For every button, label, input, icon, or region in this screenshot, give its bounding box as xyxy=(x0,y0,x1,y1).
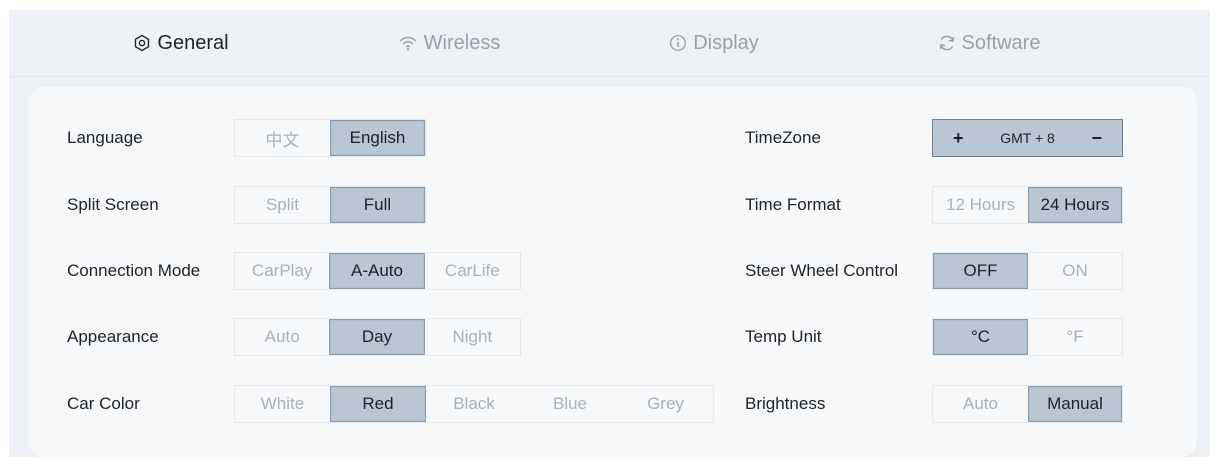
split-screen-option-split[interactable]: Split xyxy=(235,187,330,223)
appearance-option-day[interactable]: Day xyxy=(329,319,425,355)
appearance-selector: Auto Day Night xyxy=(234,318,521,356)
tab-display[interactable]: Display xyxy=(564,10,864,76)
settings-icon xyxy=(133,34,151,52)
car-color-selector: White Red Black Blue Grey xyxy=(234,385,714,423)
car-color-option-blue[interactable]: Blue xyxy=(522,386,618,422)
brightness-selector: Auto Manual xyxy=(932,385,1123,423)
tab-software[interactable]: Software xyxy=(839,10,1139,76)
appearance-option-night[interactable]: Night xyxy=(425,319,520,355)
temp-unit-selector: °C °F xyxy=(932,318,1123,356)
connection-mode-label: Connection Mode xyxy=(67,261,201,280)
tab-general-label: General xyxy=(157,31,229,54)
timezone-plus-button[interactable]: + xyxy=(953,128,964,149)
language-label: Language xyxy=(67,128,143,147)
steer-wheel-control-label: Steer Wheel Control xyxy=(745,261,899,280)
temp-unit-option-celsius[interactable]: °C xyxy=(933,319,1028,355)
time-format-selector: 12 Hours 24 Hours xyxy=(932,186,1123,224)
split-screen-option-full[interactable]: Full xyxy=(329,187,425,223)
car-color-option-white[interactable]: White xyxy=(235,386,330,422)
car-color-option-grey[interactable]: Grey xyxy=(618,386,713,422)
steer-wheel-control-selector: OFF ON xyxy=(932,252,1123,290)
car-color-option-black[interactable]: Black xyxy=(426,386,522,422)
language-option-english[interactable]: English xyxy=(329,120,425,156)
tab-wireless-label: Wireless xyxy=(423,31,501,54)
connection-option-carplay[interactable]: CarPlay xyxy=(235,253,329,289)
tab-software-label: Software xyxy=(961,31,1041,54)
brightness-option-manual[interactable]: Manual xyxy=(1028,386,1122,422)
timezone-stepper: + GMT + 8 − xyxy=(932,119,1123,157)
temp-unit-option-fahrenheit[interactable]: °F xyxy=(1028,319,1122,355)
tab-bar: General Wireless Display Software xyxy=(9,10,1210,77)
general-settings-panel: Language 中文 English Split Screen Split F… xyxy=(29,87,1197,457)
appearance-option-auto[interactable]: Auto xyxy=(235,319,329,355)
split-screen-label: Split Screen xyxy=(67,195,159,214)
appearance-label: Appearance xyxy=(67,327,159,346)
tab-wireless[interactable]: Wireless xyxy=(299,10,599,76)
refresh-icon xyxy=(938,34,956,52)
connection-option-carlife[interactable]: CarLife xyxy=(425,253,520,289)
car-color-option-red[interactable]: Red xyxy=(330,386,426,422)
settings-window: General Wireless Display Software Langua… xyxy=(9,10,1210,457)
car-color-label: Car Color xyxy=(67,394,140,413)
time-format-label: Time Format xyxy=(745,195,841,214)
time-format-option-12h[interactable]: 12 Hours xyxy=(933,187,1028,223)
tab-general[interactable]: General xyxy=(31,10,331,76)
timezone-label: TimeZone xyxy=(745,128,821,147)
timezone-minus-button[interactable]: − xyxy=(1091,128,1102,149)
language-option-chinese[interactable]: 中文 xyxy=(235,120,330,156)
time-format-option-24h[interactable]: 24 Hours xyxy=(1028,187,1122,223)
wifi-icon xyxy=(398,35,418,51)
brightness-option-auto[interactable]: Auto xyxy=(933,386,1028,422)
connection-option-a-auto[interactable]: A-Auto xyxy=(329,253,425,289)
steer-wheel-option-on[interactable]: ON xyxy=(1028,253,1122,289)
info-icon xyxy=(669,34,687,52)
language-selector: 中文 English xyxy=(234,119,426,157)
timezone-value: GMT + 8 xyxy=(1000,130,1055,146)
temp-unit-label: Temp Unit xyxy=(745,327,822,346)
tab-display-label: Display xyxy=(693,31,759,54)
connection-mode-selector: CarPlay A-Auto CarLife xyxy=(234,252,521,290)
split-screen-selector: Split Full xyxy=(234,186,426,224)
steer-wheel-option-off[interactable]: OFF xyxy=(933,253,1028,289)
brightness-label: Brightness xyxy=(745,394,826,413)
